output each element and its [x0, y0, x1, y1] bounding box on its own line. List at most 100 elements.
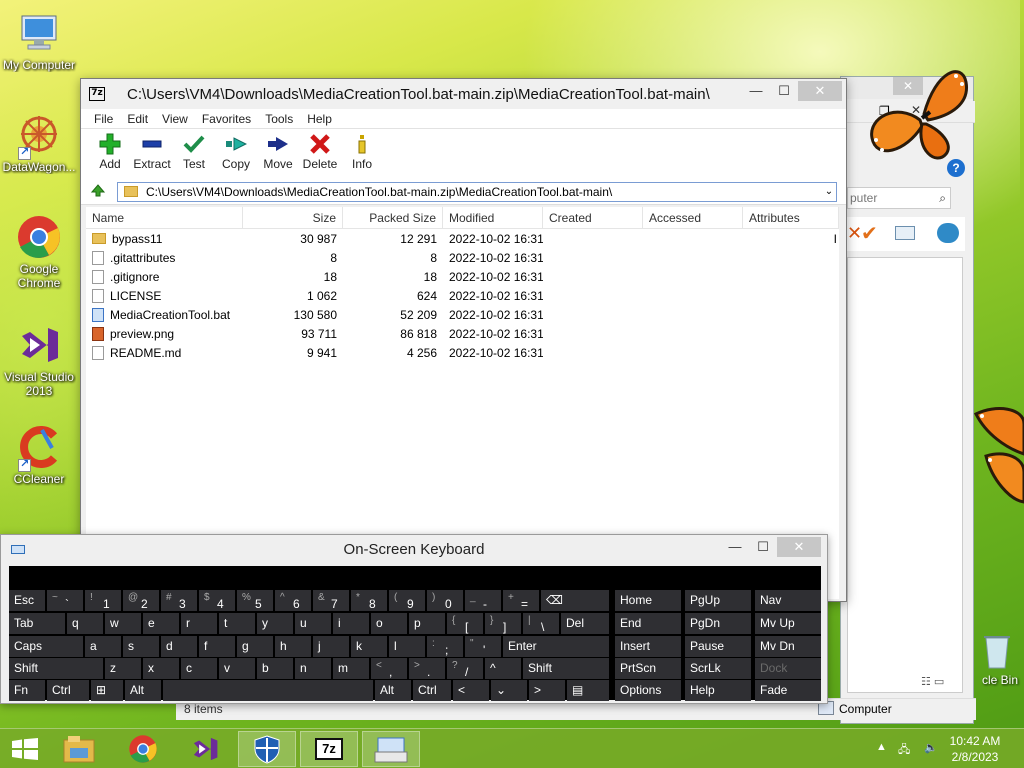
key-x[interactable]: x: [143, 658, 179, 679]
key-s[interactable]: s: [123, 636, 159, 657]
key-shift-left[interactable]: Shift: [9, 658, 103, 679]
taskbar-file-explorer[interactable]: [50, 731, 108, 767]
key-6[interactable]: ^ 6: [275, 590, 311, 611]
tray-show-hidden-icon[interactable]: ▲: [876, 741, 887, 753]
column-header-packed-size[interactable]: Packed Size: [343, 207, 443, 229]
column-header-attributes[interactable]: Attributes: [743, 207, 839, 229]
table-row[interactable]: MediaCreationTool.bat 130 580 52 209 2022-1…: [86, 305, 839, 324]
key-pgdn[interactable]: PgDn: [685, 613, 751, 634]
key-l[interactable]: l: [389, 636, 425, 657]
maximize-button[interactable]: ☐: [770, 81, 798, 101]
key-v[interactable]: v: [219, 658, 255, 679]
key-enter[interactable]: Enter: [503, 636, 609, 657]
key-punct-0[interactable]: :;: [427, 636, 463, 657]
key-home[interactable]: Home: [615, 590, 681, 611]
key-p[interactable]: p: [409, 613, 445, 634]
key-d[interactable]: d: [161, 636, 197, 657]
key-arrow-up[interactable]: ^: [485, 658, 521, 679]
key-u[interactable]: u: [295, 613, 331, 634]
view-toggle-icons[interactable]: ☷ ▭: [921, 675, 944, 688]
desktop-icon-visual-studio[interactable]: Visual Studio 2013: [0, 322, 78, 398]
key-prtscn[interactable]: PrtScn: [615, 658, 681, 679]
menu-help[interactable]: Help: [300, 112, 339, 126]
table-row[interactable]: bypass11 30 987 12 291 2022-10-02 16:31 I: [86, 229, 839, 248]
search-input[interactable]: puter ⌕: [847, 187, 951, 209]
column-header-created[interactable]: Created: [543, 207, 643, 229]
key-mvup[interactable]: Mv Up: [755, 613, 821, 634]
key-alt-left[interactable]: Alt: [125, 680, 161, 701]
menu-view[interactable]: View: [155, 112, 195, 126]
key-insert[interactable]: Insert: [615, 636, 681, 657]
key-pause[interactable]: Pause: [685, 636, 751, 657]
key-9[interactable]: (9: [389, 590, 425, 611]
desktop-icon-ccleaner[interactable]: CCleaner: [0, 424, 78, 486]
osk-titlebar[interactable]: On-Screen Keyboard — ☐ ✕: [1, 535, 827, 565]
key-arrow-down[interactable]: ⌄: [491, 680, 527, 701]
table-row[interactable]: README.md 9 941 4 256 2022-10-02 16:31: [86, 343, 839, 362]
minimize-button[interactable]: —: [721, 537, 749, 557]
maximize-button[interactable]: ☐: [749, 537, 777, 557]
key-pgup[interactable]: PgUp: [685, 590, 751, 611]
key-k[interactable]: k: [351, 636, 387, 657]
checkmark-icon[interactable]: ✔: [861, 221, 878, 246]
key--[interactable]: _ -: [465, 590, 501, 611]
key-`[interactable]: ~ `: [47, 590, 83, 611]
key-bracket-2[interactable]: | \: [523, 613, 559, 634]
column-header-modified[interactable]: Modified: [443, 207, 543, 229]
key-options[interactable]: Options: [615, 680, 681, 701]
key-3[interactable]: #3: [161, 590, 197, 611]
table-row[interactable]: LICENSE 1 062 624 2022-10-02 16:31: [86, 286, 839, 305]
key-punct-b1[interactable]: >.: [409, 658, 445, 679]
table-row[interactable]: .gitattributes 8 8 2022-10-02 16:31: [86, 248, 839, 267]
key-q[interactable]: q: [67, 613, 103, 634]
key-2[interactable]: @2: [123, 590, 159, 611]
key-j[interactable]: j: [313, 636, 349, 657]
key-e[interactable]: e: [143, 613, 179, 634]
taskbar-osk[interactable]: [362, 731, 420, 767]
key-fade[interactable]: Fade: [755, 680, 821, 701]
key-=[interactable]: + =: [503, 590, 539, 611]
column-header-accessed[interactable]: Accessed: [643, 207, 743, 229]
key-1[interactable]: ! 1: [85, 590, 121, 611]
on-screen-keyboard[interactable]: On-Screen Keyboard — ☐ ✕ Esc ~ `! 1 @2 #3 $4% 5…: [0, 534, 828, 704]
key-help[interactable]: Help: [685, 680, 751, 701]
copy-button[interactable]: Copy: [215, 129, 257, 179]
globe-icon[interactable]: [937, 223, 959, 243]
chevron-down-icon[interactable]: ⌄: [822, 186, 836, 197]
desktop-icon-my-computer[interactable]: My Computer: [0, 10, 78, 72]
close-button[interactable]: ✕: [798, 81, 842, 101]
key-z[interactable]: z: [105, 658, 141, 679]
up-folder-button[interactable]: [87, 182, 109, 202]
key-windows[interactable]: ⊞: [91, 680, 123, 701]
key-o[interactable]: o: [371, 613, 407, 634]
7zip-window[interactable]: 7z C:\Users\VM4\Downloads\MediaCreationT…: [80, 78, 847, 602]
key-i[interactable]: i: [333, 613, 369, 634]
key-tab[interactable]: Tab: [9, 613, 65, 634]
menu-tools[interactable]: Tools: [258, 112, 300, 126]
key-nav[interactable]: Nav: [755, 590, 821, 611]
menu-favorites[interactable]: Favorites: [195, 112, 258, 126]
key-punct-b2[interactable]: ? /: [447, 658, 483, 679]
window-titlebar[interactable]: 7z C:\Users\VM4\Downloads\MediaCreationT…: [81, 79, 846, 109]
key-4[interactable]: $4: [199, 590, 235, 611]
key-menu[interactable]: ▤: [567, 680, 609, 701]
key-scrlk[interactable]: ScrLk: [685, 658, 751, 679]
background-explorer-window[interactable]: ✕ ❐ ✕ ? puter ⌕ ✕ ✔ ☷ ▭: [840, 76, 975, 724]
key-esc[interactable]: Esc: [9, 590, 45, 611]
extract-button[interactable]: Extract: [131, 129, 173, 179]
key-arrow-left[interactable]: <: [453, 680, 489, 701]
key-t[interactable]: t: [219, 613, 255, 634]
key-8[interactable]: * 8: [351, 590, 387, 611]
key-shift-right[interactable]: Shift: [523, 658, 609, 679]
window-icon[interactable]: [895, 226, 915, 240]
info-button[interactable]: Info: [341, 129, 383, 179]
network-icon[interactable]: 🖧: [898, 741, 910, 760]
key-ctrl-left[interactable]: Ctrl: [47, 680, 89, 701]
path-combobox[interactable]: C:\Users\VM4\Downloads\MediaCreationTool…: [117, 181, 837, 202]
key-bracket-1[interactable]: }]: [485, 613, 521, 634]
key-delete[interactable]: Del: [561, 613, 609, 634]
key-mvdn[interactable]: Mv Dn: [755, 636, 821, 657]
key-b[interactable]: b: [257, 658, 293, 679]
key-5[interactable]: % 5: [237, 590, 273, 611]
menu-file[interactable]: File: [87, 112, 120, 126]
